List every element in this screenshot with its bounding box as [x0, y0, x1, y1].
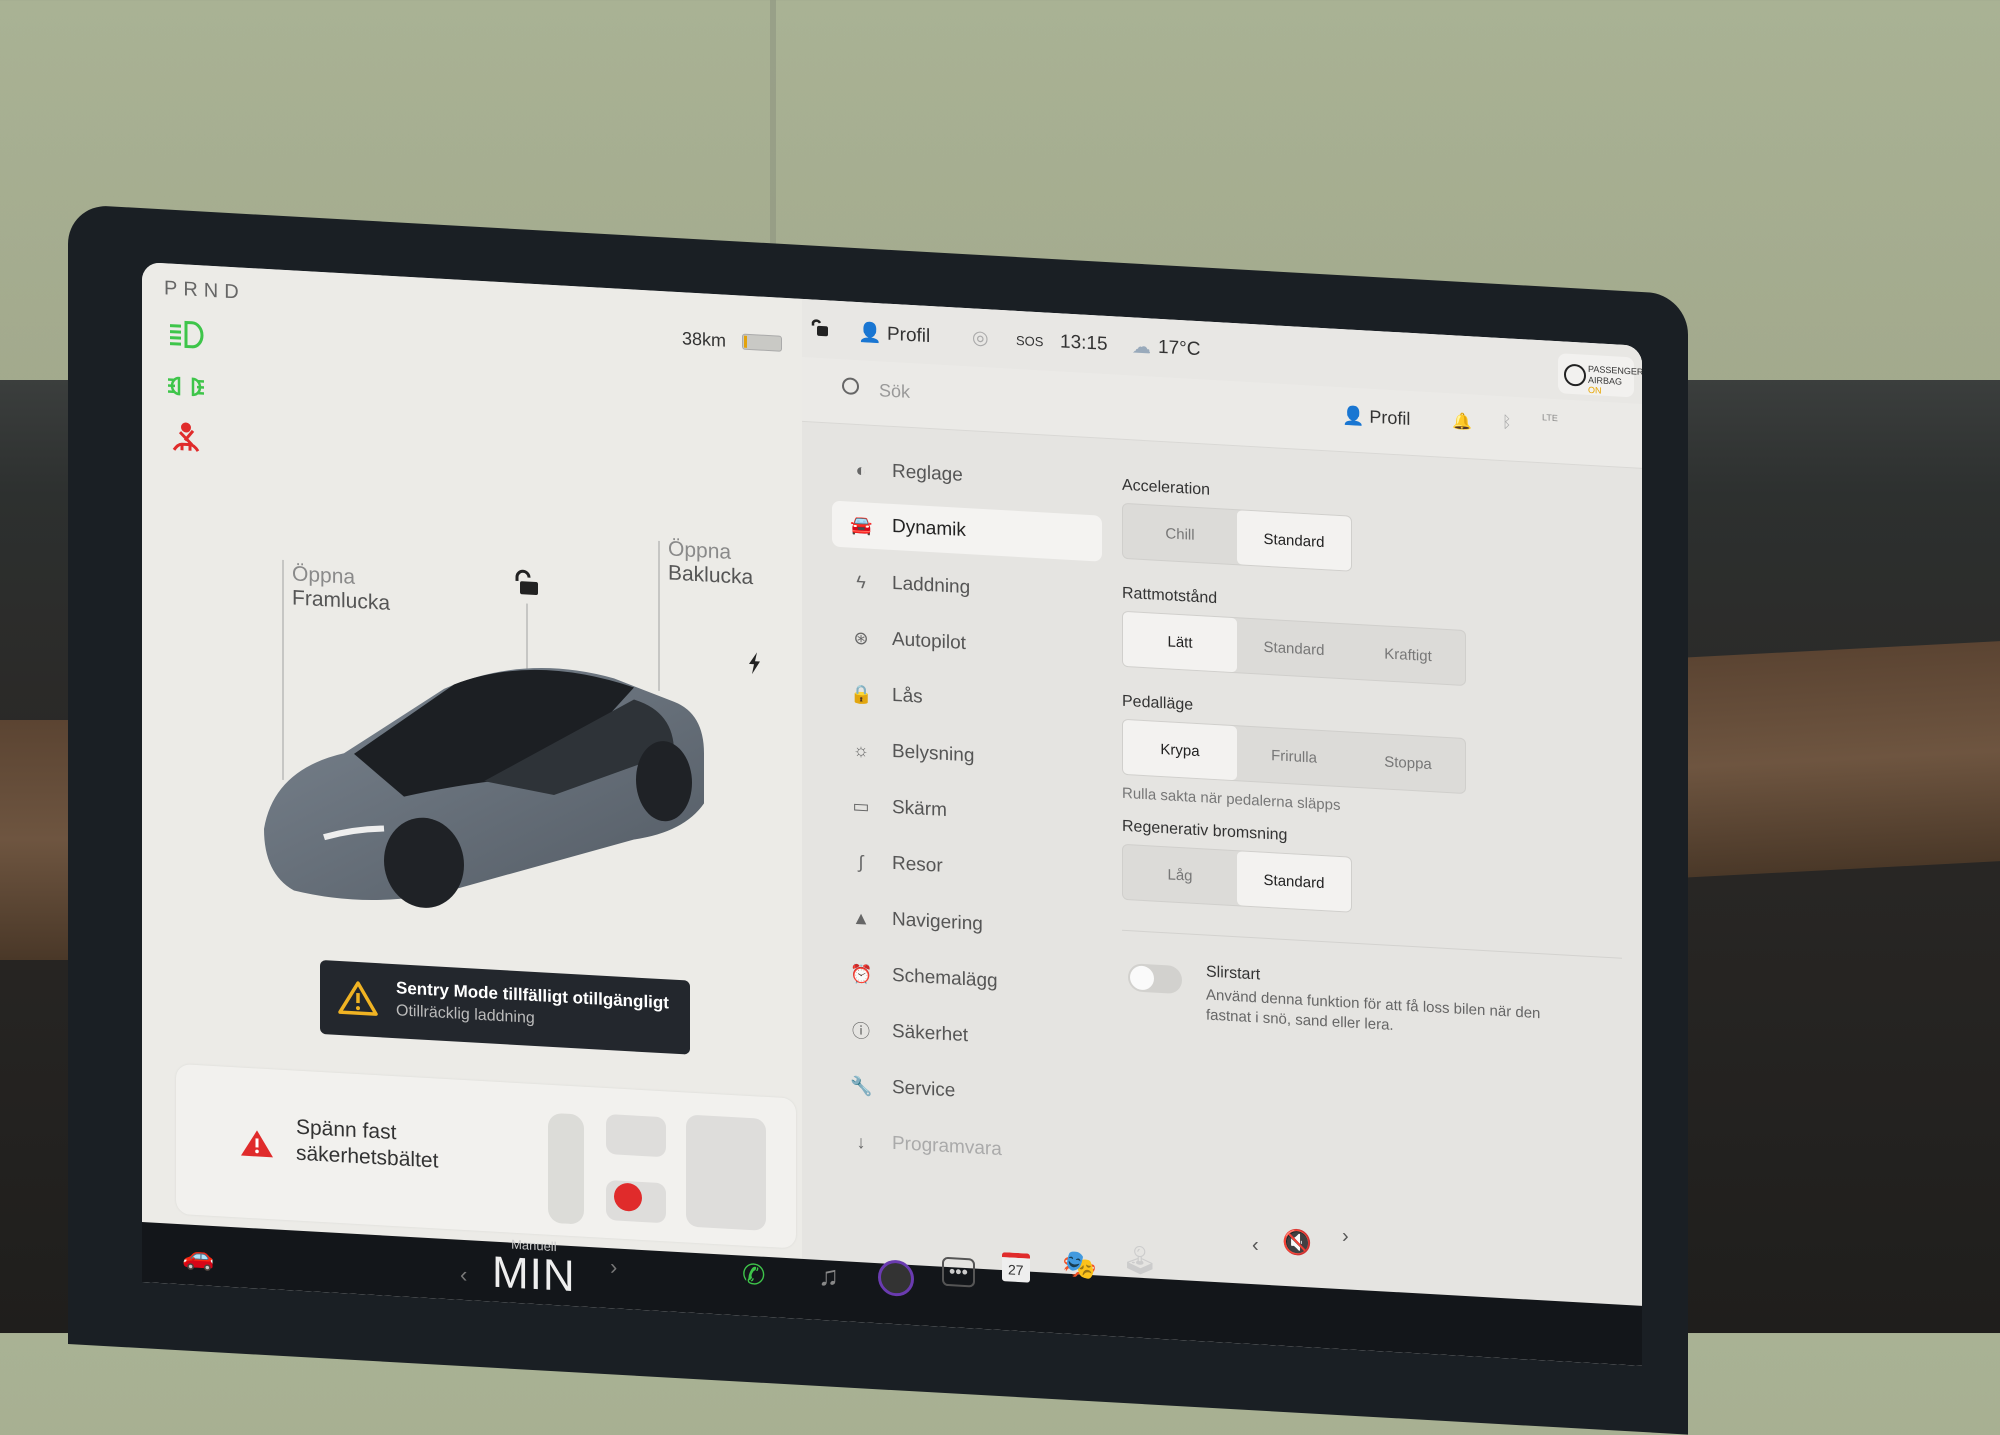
- steering-standard[interactable]: Standard: [1237, 618, 1351, 678]
- toybox-icon[interactable]: 🎭: [1062, 1247, 1097, 1282]
- steering-latt[interactable]: Lätt: [1123, 611, 1237, 673]
- parking-lights-icon: [168, 376, 204, 397]
- sun-icon: ☼: [852, 739, 870, 761]
- slip-start-row: Slirstart Använd denna funktion för att …: [1122, 957, 1622, 1055]
- pedal-krypa[interactable]: Krypa: [1123, 719, 1237, 781]
- seatbelt-alert-card: Spänn fast säkerhetsbältet: [176, 1063, 796, 1249]
- alarm-clock-icon: ⏰: [850, 963, 873, 985]
- volume-right-arrow[interactable]: ›: [1342, 1225, 1349, 1248]
- bluetooth-icon[interactable]: ᛒ: [1502, 414, 1512, 433]
- acceleration-chill[interactable]: Chill: [1123, 504, 1237, 564]
- slip-start-label: Slirstart: [1206, 963, 1261, 984]
- climate-increase-button[interactable]: ›: [610, 1254, 617, 1280]
- nav-reglage[interactable]: ◐ Reglage: [832, 441, 1102, 512]
- phone-icon[interactable]: ✆: [742, 1258, 765, 1292]
- clock: 13:15: [1060, 331, 1108, 355]
- gear-indicator: PRND: [164, 277, 245, 304]
- profile-button[interactable]: 👤 Profil: [1342, 405, 1410, 430]
- calendar-icon[interactable]: 27: [1002, 1252, 1030, 1283]
- pedal-stoppa[interactable]: Stoppa: [1351, 733, 1465, 793]
- camera-icon[interactable]: [878, 1259, 914, 1298]
- touchscreen: PRND 38km Öppna Framlucka Öppna Baklucka: [142, 262, 1642, 1366]
- wrench-icon: 🔧: [850, 1075, 873, 1097]
- nav-dynamik[interactable]: 🚘 Dynamik: [832, 500, 1102, 562]
- headlight-icon: [170, 320, 204, 349]
- range-readout: 38km: [682, 328, 727, 351]
- battery-icon: [742, 333, 782, 352]
- trips-icon: ∫: [858, 851, 864, 872]
- settings-nav: ◐ Reglage 🚘 Dynamik ϟ Laddning ⊛ Autopilot 🔒…: [832, 441, 1102, 1184]
- more-icon[interactable]: •••: [942, 1256, 975, 1288]
- climate-value: MIN: [492, 1247, 576, 1302]
- charge-port-icon[interactable]: [748, 652, 762, 675]
- vehicle-pane: PRND 38km Öppna Framlucka Öppna Baklucka: [142, 262, 802, 1259]
- acceleration-standard[interactable]: Standard: [1237, 510, 1351, 571]
- volume-muted-icon[interactable]: 🔇: [1282, 1228, 1312, 1259]
- unlock-icon[interactable]: [512, 569, 542, 599]
- divider: [1122, 929, 1622, 959]
- display-icon: ▭: [852, 795, 870, 817]
- steering-selector: Lätt Standard Kraftigt: [1122, 610, 1466, 687]
- regen-lag[interactable]: Låg: [1123, 845, 1237, 905]
- dynamics-settings: Acceleration Chill Standard Rattmotstånd…: [1122, 467, 1622, 1055]
- regen-selector: Låg Standard: [1122, 843, 1352, 913]
- pedal-selector: Krypa Frirulla Stoppa: [1122, 718, 1466, 795]
- search-icon: [842, 377, 859, 396]
- lock-icon: 🔒: [850, 683, 873, 705]
- car-icon: 🚘: [850, 514, 873, 536]
- alert-triangle-icon: [241, 1130, 273, 1158]
- airbag-off-icon: [1564, 363, 1586, 387]
- open-frunk-button[interactable]: Öppna Framlucka: [292, 562, 390, 615]
- steering-kraftigt[interactable]: Kraftigt: [1351, 625, 1465, 685]
- warning-triangle-icon: [338, 981, 378, 1016]
- toggle-icon: ◐: [855, 459, 867, 481]
- slip-start-description: Använd denna funktion för att få loss bi…: [1206, 986, 1541, 1034]
- car-controls-icon[interactable]: 🚗: [182, 1240, 214, 1273]
- acceleration-selector: Chill Standard: [1122, 502, 1352, 572]
- seat-occupancy-diagram: [548, 1113, 766, 1231]
- person-icon: 👤: [858, 322, 887, 345]
- arcade-icon[interactable]: 🕹: [1122, 1243, 1158, 1278]
- lock-status-icon[interactable]: [810, 317, 830, 338]
- download-icon: ↓: [856, 1131, 866, 1152]
- profile-status-button[interactable]: 👤 Profil: [858, 320, 930, 348]
- steering-wheel-icon: ⊛: [853, 627, 869, 649]
- open-trunk-button[interactable]: Öppna Baklucka: [668, 537, 753, 590]
- settings-pane: 👤 Profil ◎ SOS 13:15 ☁ 17°C PASSENGER AI…: [802, 298, 1642, 1306]
- navigation-icon: ▲: [852, 907, 870, 929]
- sentry-subtitle: Otillräcklig laddning: [396, 1002, 535, 1027]
- sentry-status-icon[interactable]: ◎: [972, 326, 989, 350]
- bolt-icon: ϟ: [856, 571, 866, 592]
- weather-icon: ☁: [1132, 336, 1151, 359]
- wood-trim-right: [1660, 641, 2000, 879]
- music-icon[interactable]: ♫: [818, 1260, 839, 1293]
- pedal-frirulla[interactable]: Frirulla: [1237, 726, 1351, 786]
- regen-standard[interactable]: Standard: [1237, 851, 1351, 912]
- volume-left-arrow[interactable]: ‹: [1252, 1234, 1259, 1257]
- search-input[interactable]: Sök: [842, 377, 910, 403]
- slip-start-toggle[interactable]: [1128, 963, 1182, 995]
- climate-decrease-button[interactable]: ‹: [460, 1262, 467, 1288]
- sos-button[interactable]: SOS: [1016, 333, 1043, 350]
- person-icon: 👤: [1342, 405, 1370, 427]
- alert-circle-icon: ⓘ: [852, 1020, 870, 1042]
- lte-signal-icon: LTE: [1542, 412, 1558, 424]
- passenger-airbag-status: PASSENGER AIRBAG ON: [1558, 353, 1642, 398]
- sentry-mode-alert: Sentry Mode tillfälligt otillgängligt Ot…: [320, 959, 690, 1055]
- car-model-image: [264, 668, 704, 908]
- bell-icon[interactable]: 🔔: [1452, 411, 1472, 432]
- outside-temp: 17°C: [1158, 336, 1201, 361]
- seatbelt-alert-text: Spänn fast säkerhetsbältet: [296, 1115, 439, 1173]
- climate-control[interactable]: Manuell MIN: [492, 1236, 576, 1302]
- seatbelt-warning-icon: [172, 422, 200, 452]
